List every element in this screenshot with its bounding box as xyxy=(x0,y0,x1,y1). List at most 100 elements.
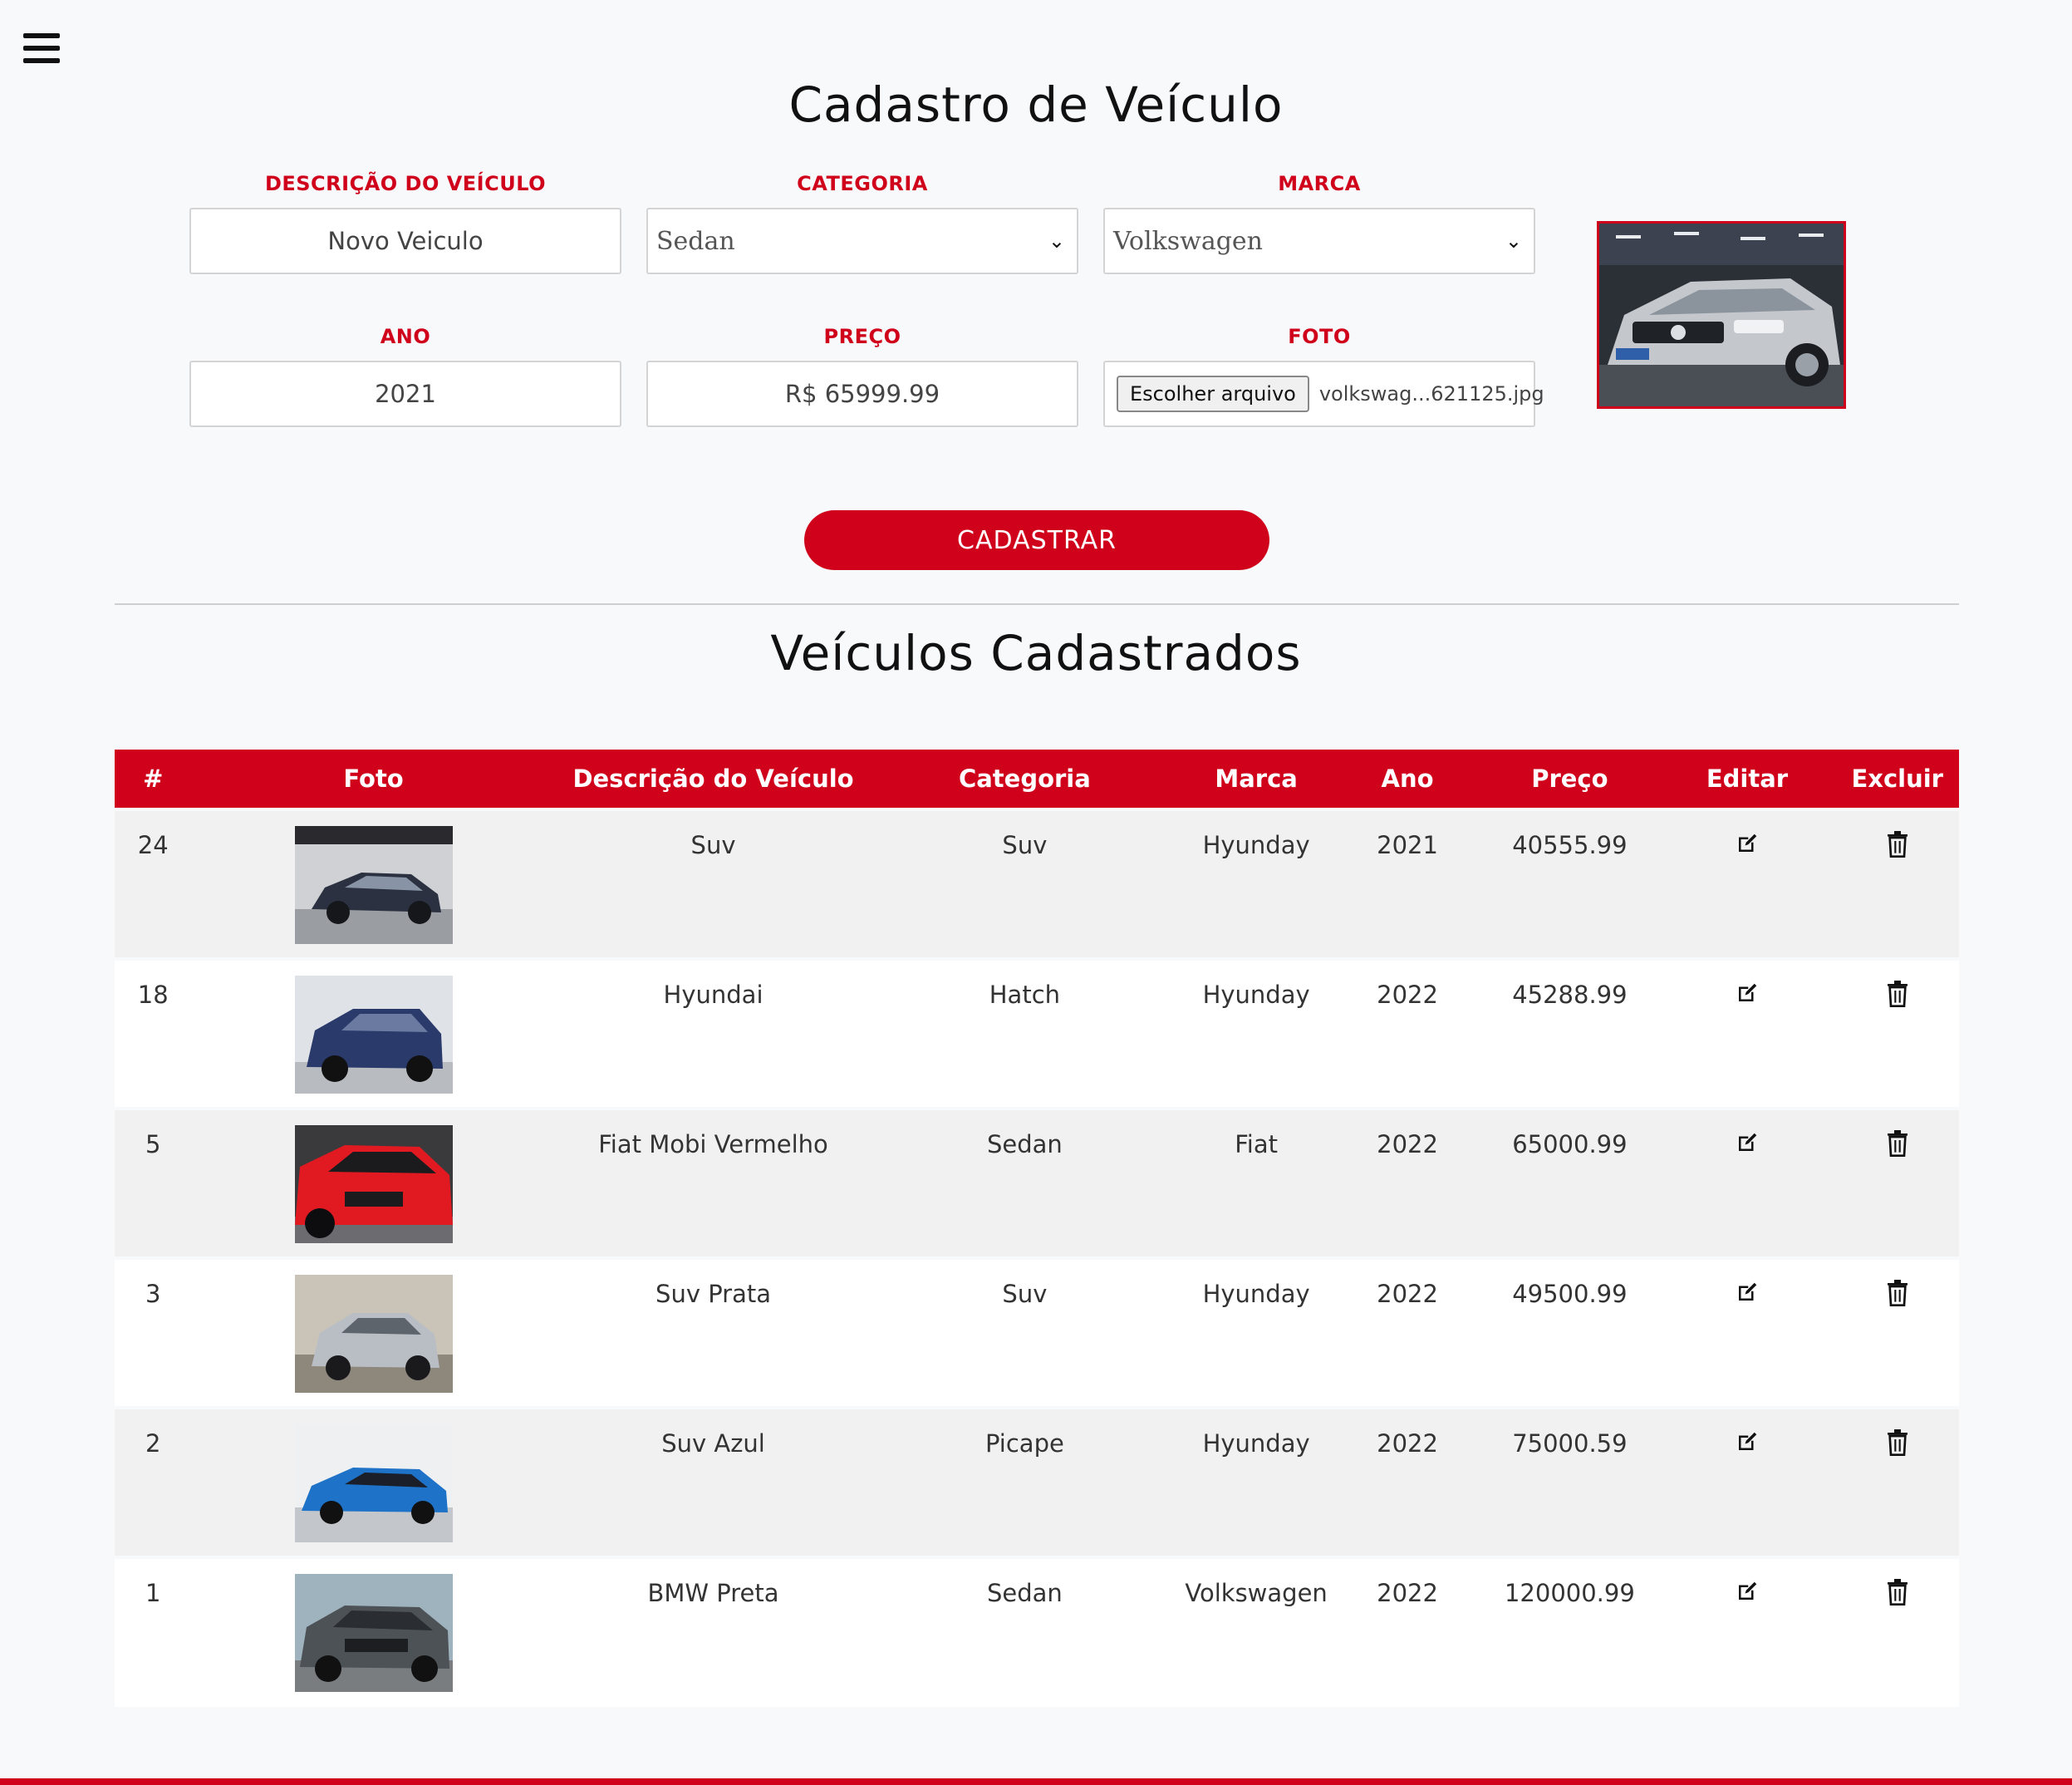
edit-icon[interactable] xyxy=(1735,981,1760,1011)
trash-icon[interactable] xyxy=(1886,1130,1909,1163)
price-field: PREÇO xyxy=(646,324,1078,427)
row-description: Hyundai xyxy=(555,957,872,1109)
choose-file-button[interactable]: Escolher arquivo xyxy=(1117,376,1309,412)
row-brand: Volkswagen xyxy=(1178,1556,1334,1707)
col-header-id: # xyxy=(115,750,192,809)
row-id: 1 xyxy=(115,1556,192,1707)
row-year: 2022 xyxy=(1333,957,1481,1109)
row-year: 2022 xyxy=(1333,1256,1481,1408)
row-brand: Hyunday xyxy=(1178,808,1334,959)
table-row: 18 Hyundai Hatch Hyunday 2022 45288.99 xyxy=(115,957,1959,1109)
row-year: 2022 xyxy=(1333,1556,1481,1707)
row-description: Suv xyxy=(555,808,872,959)
year-input[interactable] xyxy=(191,362,620,425)
row-description: BMW Preta xyxy=(555,1556,872,1707)
trash-icon[interactable] xyxy=(1886,1280,1909,1312)
row-price: 45288.99 xyxy=(1480,957,1659,1109)
row-delete-cell xyxy=(1835,1556,1959,1707)
col-header-year: Ano xyxy=(1333,750,1481,809)
row-category: Picape xyxy=(871,1406,1179,1557)
brand-select[interactable]: Volkswagen ⌄ xyxy=(1103,208,1535,274)
vehicle-thumbnail xyxy=(294,1424,453,1542)
col-header-description: Descrição do Veículo xyxy=(555,750,872,809)
row-edit-cell xyxy=(1658,1406,1836,1557)
row-edit-cell xyxy=(1658,957,1836,1109)
row-price: 120000.99 xyxy=(1480,1556,1659,1707)
vehicle-thumbnail xyxy=(294,1275,453,1393)
edit-icon[interactable] xyxy=(1735,1280,1760,1310)
row-id: 5 xyxy=(115,1107,192,1258)
row-category: Suv xyxy=(871,808,1179,959)
footer-accent-bar xyxy=(0,1778,2072,1785)
selected-file-name: volkswag...621125.jpg xyxy=(1318,382,1544,406)
vehicle-thumbnail xyxy=(294,1574,453,1692)
row-category: Sedan xyxy=(871,1556,1179,1707)
year-label: ANO xyxy=(380,325,431,348)
row-year: 2021 xyxy=(1333,808,1481,959)
col-header-photo: Foto xyxy=(191,750,556,809)
category-select[interactable]: Sedan ⌄ xyxy=(646,208,1078,274)
row-edit-cell xyxy=(1658,808,1836,959)
trash-icon[interactable] xyxy=(1886,831,1909,863)
row-id: 18 xyxy=(115,957,192,1109)
section-divider xyxy=(115,603,1959,605)
col-header-edit: Editar xyxy=(1658,750,1836,809)
edit-icon[interactable] xyxy=(1735,1130,1760,1161)
row-category: Suv xyxy=(871,1256,1179,1408)
photo-field: FOTO Escolher arquivo volkswag...621125.… xyxy=(1103,324,1544,427)
hamburger-menu-icon[interactable] xyxy=(23,33,60,63)
row-price: 75000.59 xyxy=(1480,1406,1659,1557)
table-row: 3 Suv Prata Suv Hyunday 2022 49500.99 xyxy=(115,1256,1959,1408)
photo-file-input[interactable]: Escolher arquivo volkswag...621125.jpg xyxy=(1103,361,1544,427)
edit-icon[interactable] xyxy=(1735,1579,1760,1610)
row-description: Fiat Mobi Vermelho xyxy=(555,1107,872,1258)
category-selected-value: Sedan xyxy=(656,226,735,256)
row-delete-cell xyxy=(1835,1406,1959,1557)
description-input[interactable] xyxy=(191,209,620,273)
row-brand: Fiat xyxy=(1178,1107,1334,1258)
row-category: Hatch xyxy=(871,957,1179,1109)
price-input[interactable] xyxy=(648,362,1077,425)
trash-icon[interactable] xyxy=(1886,1579,1909,1611)
page: Cadastro de Veículo DESCRIÇÃO DO VEÍCULO… xyxy=(0,0,2072,1785)
brand-selected-value: Volkswagen xyxy=(1113,226,1263,256)
list-title: Veículos Cadastrados xyxy=(770,625,1302,681)
table-row: 2 Suv Azul Picape Hyunday 2022 75000.59 xyxy=(115,1406,1959,1557)
row-photo xyxy=(191,957,556,1109)
register-button[interactable]: CADASTRAR xyxy=(804,510,1269,570)
vehicle-thumbnail xyxy=(294,976,453,1094)
row-price: 40555.99 xyxy=(1480,808,1659,959)
row-delete-cell xyxy=(1835,1107,1959,1258)
row-delete-cell xyxy=(1835,1256,1959,1408)
col-header-delete: Excluir xyxy=(1835,750,1959,809)
row-year: 2022 xyxy=(1333,1406,1481,1557)
row-photo xyxy=(191,808,556,959)
chevron-down-icon: ⌄ xyxy=(1505,229,1522,253)
photo-preview-image xyxy=(1597,221,1846,409)
trash-icon[interactable] xyxy=(1886,1429,1909,1462)
row-photo xyxy=(191,1107,556,1258)
row-photo xyxy=(191,1556,556,1707)
row-category: Sedan xyxy=(871,1107,1179,1258)
description-label: DESCRIÇÃO DO VEÍCULO xyxy=(264,172,547,195)
row-edit-cell xyxy=(1658,1107,1836,1258)
edit-icon[interactable] xyxy=(1735,831,1760,862)
row-edit-cell xyxy=(1658,1256,1836,1408)
table-row: 5 Fiat Mobi Vermelho Sedan Fiat 2022 650… xyxy=(115,1107,1959,1258)
photo-label: FOTO xyxy=(1288,325,1351,348)
col-header-brand: Marca xyxy=(1178,750,1334,809)
vehicle-thumbnail xyxy=(294,826,453,944)
row-description: Suv Azul xyxy=(555,1406,872,1557)
row-brand: Hyunday xyxy=(1178,1406,1334,1557)
price-label: PREÇO xyxy=(823,325,901,348)
edit-icon[interactable] xyxy=(1735,1429,1760,1460)
trash-icon[interactable] xyxy=(1886,981,1909,1013)
table-row: 24 Suv Suv Hyunday 2021 40555.99 xyxy=(115,808,1959,959)
row-id: 3 xyxy=(115,1256,192,1408)
col-header-category: Categoria xyxy=(871,750,1179,809)
row-price: 49500.99 xyxy=(1480,1256,1659,1408)
form-title: Cadastro de Veículo xyxy=(788,76,1284,133)
brand-field: MARCA Volkswagen ⌄ xyxy=(1103,171,1535,274)
row-id: 2 xyxy=(115,1406,192,1557)
row-id: 24 xyxy=(115,808,192,959)
